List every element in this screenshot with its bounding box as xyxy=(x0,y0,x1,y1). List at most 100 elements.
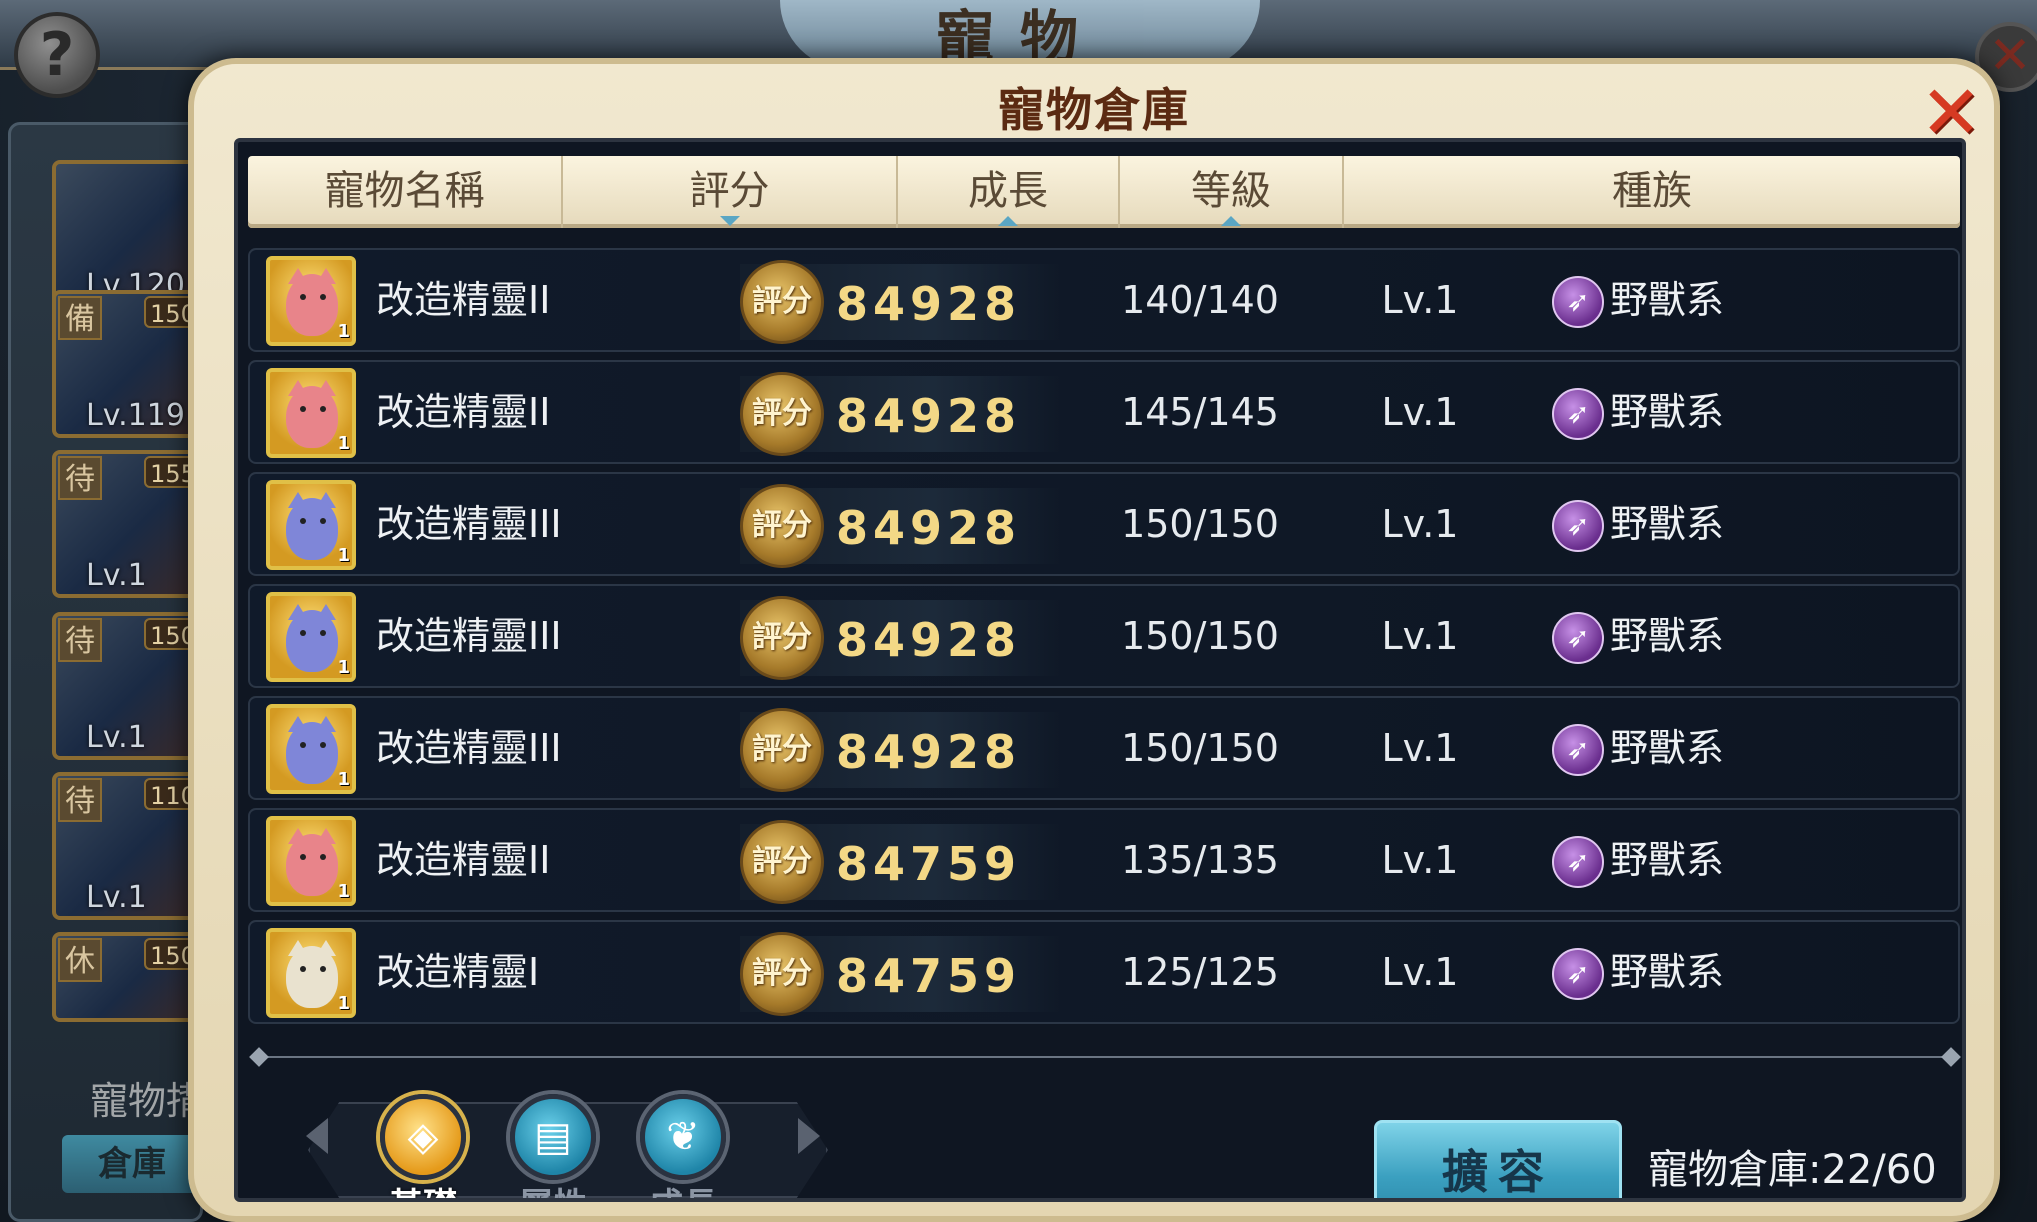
tab-label: 基礎 xyxy=(364,1178,482,1198)
pet-storage-dialog: 寵物倉庫 ✕ 寵物名稱 評分 成長 等級 種族 1 改造精靈II 評分 8492… xyxy=(188,58,2000,1222)
pet-name: 改造精靈I xyxy=(376,950,540,994)
pet-status-badge: 備 xyxy=(58,296,102,340)
beast-race-icon: ➶ xyxy=(1552,500,1604,552)
column-header-race[interactable]: 種族 xyxy=(1344,156,1960,228)
score-value: 84759 xyxy=(836,949,1022,1003)
score-value: 84928 xyxy=(836,389,1022,443)
pet-growth: 125/125 xyxy=(1121,950,1279,994)
pet-star-badge: 1 xyxy=(337,769,350,790)
race-label: 野獸系 xyxy=(1610,390,1725,434)
pet-growth: 150/150 xyxy=(1121,502,1279,546)
race-label: 野獸系 xyxy=(1610,726,1725,770)
pet-race: ➶ 野獸系 xyxy=(1552,250,1725,354)
pet-star-badge: 1 xyxy=(337,657,350,678)
pet-star-badge: 1 xyxy=(337,433,350,454)
race-label: 野獸系 xyxy=(1610,614,1725,658)
pet-row[interactable]: 1 改造精靈III 評分 84928 150/150 Lv.1 ➶ 野獸系 xyxy=(248,472,1960,576)
pet-level: Lv.1 xyxy=(1381,614,1459,658)
expand-capacity-button[interactable]: 擴容 xyxy=(1374,1120,1622,1198)
pet-row[interactable]: 1 改造精靈II 評分 84759 135/135 Lv.1 ➶ 野獸系 xyxy=(248,808,1960,912)
pet-name: 改造精靈III xyxy=(376,614,562,658)
column-header-growth[interactable]: 成長 xyxy=(898,156,1120,228)
tab-label: 屬性 xyxy=(494,1178,612,1198)
tab-label: 成長 xyxy=(624,1178,742,1198)
list-scroll-line xyxy=(258,1056,1950,1058)
pet-level: Lv.1 xyxy=(86,558,147,593)
pet-score: 評分 84928 xyxy=(740,596,1060,680)
tab-growth[interactable]: ❦成長 xyxy=(624,1094,742,1198)
pet-name: 改造精靈II xyxy=(376,838,551,882)
pet-row[interactable]: 1 改造精靈III 評分 84928 150/150 Lv.1 ➶ 野獸系 xyxy=(248,696,1960,800)
pet-race: ➶ 野獸系 xyxy=(1552,698,1725,802)
pet-name: 改造精靈II xyxy=(376,390,551,434)
sidebar-tab-storage[interactable]: 倉庫 xyxy=(62,1135,202,1193)
sort-asc-icon xyxy=(998,216,1018,226)
pet-growth: 150/150 xyxy=(1121,726,1279,770)
beast-race-icon: ➶ xyxy=(1552,612,1604,664)
pet-score: 評分 84928 xyxy=(740,260,1060,344)
tab-basic[interactable]: ◈基礎 xyxy=(364,1094,482,1198)
pet-level: Lv.1 xyxy=(1381,726,1459,770)
score-value: 84928 xyxy=(836,725,1022,779)
sidebar-pet-card[interactable]: 待 155 Lv.1 xyxy=(52,450,202,598)
score-medal-icon: 評分 xyxy=(740,596,824,680)
beast-race-icon: ➶ xyxy=(1552,836,1604,888)
pet-level: Lv.1 xyxy=(1381,838,1459,882)
race-label: 野獸系 xyxy=(1610,278,1725,322)
list-icon: ▤ xyxy=(510,1094,596,1180)
pet-row[interactable]: 1 改造精靈II 評分 84928 140/140 Lv.1 ➶ 野獸系 xyxy=(248,248,1960,352)
pet-name: 改造精靈II xyxy=(376,278,551,322)
pet-level: Lv.1 xyxy=(86,720,147,755)
pet-portrait-icon: 1 xyxy=(266,480,356,570)
pet-status-badge: 待 xyxy=(58,778,102,822)
sidebar-pet-card[interactable]: 待 110 Lv.1 xyxy=(52,772,202,920)
scroll-end-left-icon xyxy=(249,1047,269,1067)
pet-level: Lv.1 xyxy=(86,880,147,915)
beast-race-icon: ➶ xyxy=(1552,276,1604,328)
score-value: 84759 xyxy=(836,837,1022,891)
pet-row[interactable]: 1 改造精靈II 評分 84928 145/145 Lv.1 ➶ 野獸系 xyxy=(248,360,1960,464)
pet-row[interactable]: 1 改造精靈III 評分 84928 150/150 Lv.1 ➶ 野獸系 xyxy=(248,584,1960,688)
beast-race-icon: ➶ xyxy=(1552,948,1604,1000)
tab-next-icon xyxy=(798,1118,820,1154)
beast-race-icon: ➶ xyxy=(1552,388,1604,440)
column-header-name[interactable]: 寵物名稱 xyxy=(248,156,563,228)
pet-growth: 150/150 xyxy=(1121,614,1279,658)
column-header-score[interactable]: 評分 xyxy=(563,156,898,228)
sidebar-pet-card[interactable]: Lv.120 xyxy=(52,160,202,308)
pet-growth: 140/140 xyxy=(1121,278,1279,322)
pet-growth: 145/145 xyxy=(1121,390,1279,434)
pet-star-badge: 1 xyxy=(337,881,350,902)
pet-list-panel: 寵物名稱 評分 成長 等級 種族 1 改造精靈II 評分 84928 140/1… xyxy=(234,138,1966,1202)
sidebar-pet-card[interactable]: 備 150 Lv.119 xyxy=(52,290,202,438)
help-button[interactable]: ? xyxy=(14,12,100,98)
sort-asc-icon xyxy=(1221,216,1241,226)
pet-status-badge: 待 xyxy=(58,456,102,500)
pet-portrait-icon: 1 xyxy=(266,592,356,682)
race-label: 野獸系 xyxy=(1610,502,1725,546)
sidebar-pet-card[interactable]: 休 150 xyxy=(52,932,202,1022)
pet-race: ➶ 野獸系 xyxy=(1552,362,1725,466)
score-medal-icon: 評分 xyxy=(740,260,824,344)
tab-attributes[interactable]: ▤屬性 xyxy=(494,1094,612,1198)
pet-race: ➶ 野獸系 xyxy=(1552,810,1724,914)
pet-score: 評分 84928 xyxy=(740,708,1060,792)
pet-level: Lv.1 xyxy=(1381,278,1459,322)
sort-desc-icon xyxy=(719,216,740,226)
pet-level: Lv.1 xyxy=(1381,950,1459,994)
pet-level: Lv.119 xyxy=(86,398,185,433)
pet-score: 評分 84928 xyxy=(740,484,1060,568)
column-header-level[interactable]: 等級 xyxy=(1120,156,1344,228)
score-value: 84928 xyxy=(836,501,1022,555)
pet-race: ➶ 野獸系 xyxy=(1552,586,1725,690)
tab-prev-icon xyxy=(306,1118,328,1154)
pet-level: Lv.1 xyxy=(1381,502,1459,546)
pet-status-badge: 待 xyxy=(58,618,102,662)
beast-race-icon: ➶ xyxy=(1552,724,1604,776)
dialog-title: 寵物倉庫 xyxy=(998,83,1190,137)
pet-portrait-icon: 1 xyxy=(266,368,356,458)
pet-name: 改造精靈III xyxy=(376,726,562,770)
pet-row[interactable]: 1 改造精靈I 評分 84759 125/125 Lv.1 ➶ 野獸系 xyxy=(248,920,1960,1024)
sidebar-pet-card[interactable]: 待 150 Lv.1 xyxy=(52,612,202,760)
cube-icon: ◈ xyxy=(380,1094,466,1180)
